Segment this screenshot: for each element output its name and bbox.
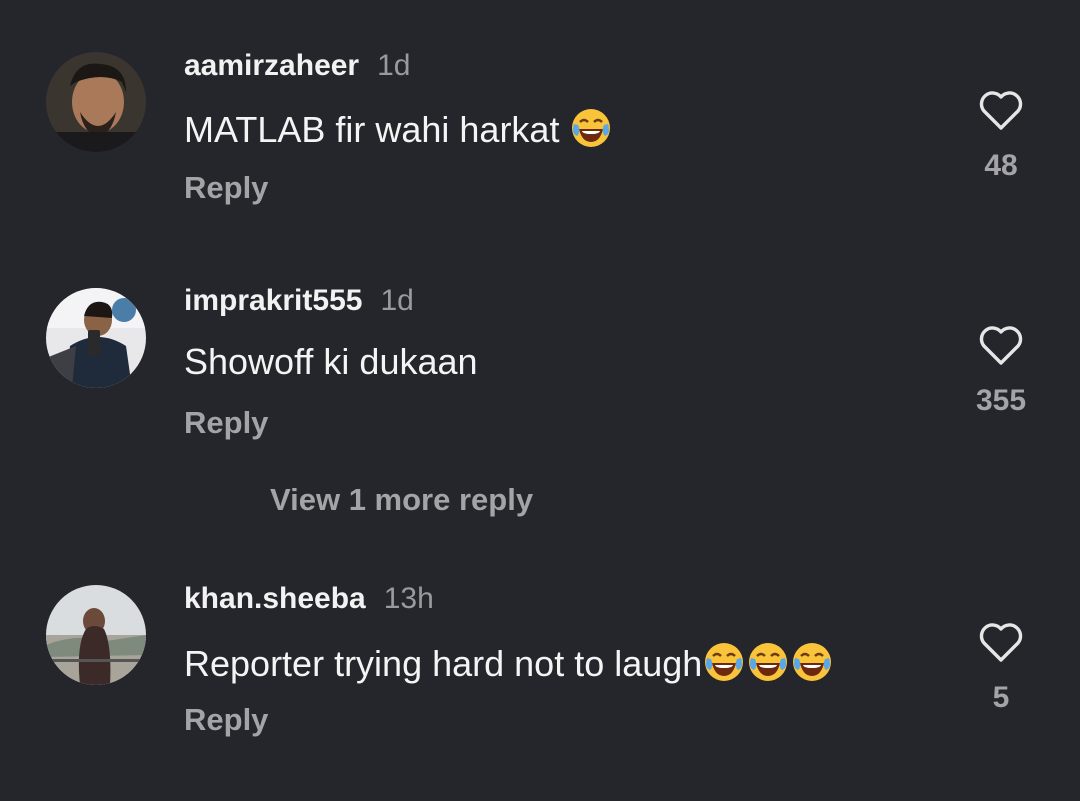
avatar[interactable] bbox=[46, 52, 146, 152]
heart-outline-icon[interactable] bbox=[977, 323, 1025, 367]
comment-text: MATLAB fir wahi harkat bbox=[184, 106, 613, 152]
comment-text: Reporter trying hard not to laugh bbox=[184, 640, 834, 686]
heart-outline-icon[interactable] bbox=[977, 88, 1025, 132]
face-with-tears-of-joy-icon bbox=[569, 106, 613, 150]
face-with-tears-of-joy-icon bbox=[746, 640, 790, 684]
username[interactable]: imprakrit555 bbox=[184, 284, 362, 317]
like-control: 48 bbox=[960, 88, 1042, 184]
view-more-replies-button[interactable]: View 1 more reply bbox=[270, 482, 533, 518]
timestamp: 1d bbox=[377, 49, 411, 82]
comment-meta: aamirzaheer 1d bbox=[184, 48, 410, 84]
comment-body: Showoff ki dukaan bbox=[184, 341, 478, 382]
like-count: 5 bbox=[992, 681, 1010, 714]
reply-button[interactable]: Reply bbox=[184, 702, 268, 738]
comment-body: Reporter trying hard not to laugh bbox=[184, 643, 703, 684]
comment-text: Showoff ki dukaan bbox=[184, 340, 478, 384]
avatar[interactable] bbox=[46, 585, 146, 685]
face-with-tears-of-joy-icon bbox=[790, 640, 834, 684]
username[interactable]: aamirzaheer bbox=[184, 49, 359, 82]
like-count: 48 bbox=[984, 149, 1018, 182]
like-control: 5 bbox=[960, 620, 1042, 716]
heart-outline-icon[interactable] bbox=[977, 620, 1025, 664]
comment-meta: khan.sheeba 13h bbox=[184, 581, 434, 617]
avatar[interactable] bbox=[46, 288, 146, 388]
reply-button[interactable]: Reply bbox=[184, 405, 268, 441]
timestamp: 13h bbox=[383, 582, 434, 615]
like-count: 355 bbox=[975, 384, 1027, 417]
like-control: 355 bbox=[960, 323, 1042, 419]
username[interactable]: khan.sheeba bbox=[184, 582, 366, 615]
comment-meta: imprakrit555 1d bbox=[184, 283, 414, 319]
reply-button[interactable]: Reply bbox=[184, 170, 268, 206]
face-with-tears-of-joy-icon bbox=[702, 640, 746, 684]
comment-body: MATLAB fir wahi harkat bbox=[184, 109, 560, 150]
timestamp: 1d bbox=[380, 284, 414, 317]
